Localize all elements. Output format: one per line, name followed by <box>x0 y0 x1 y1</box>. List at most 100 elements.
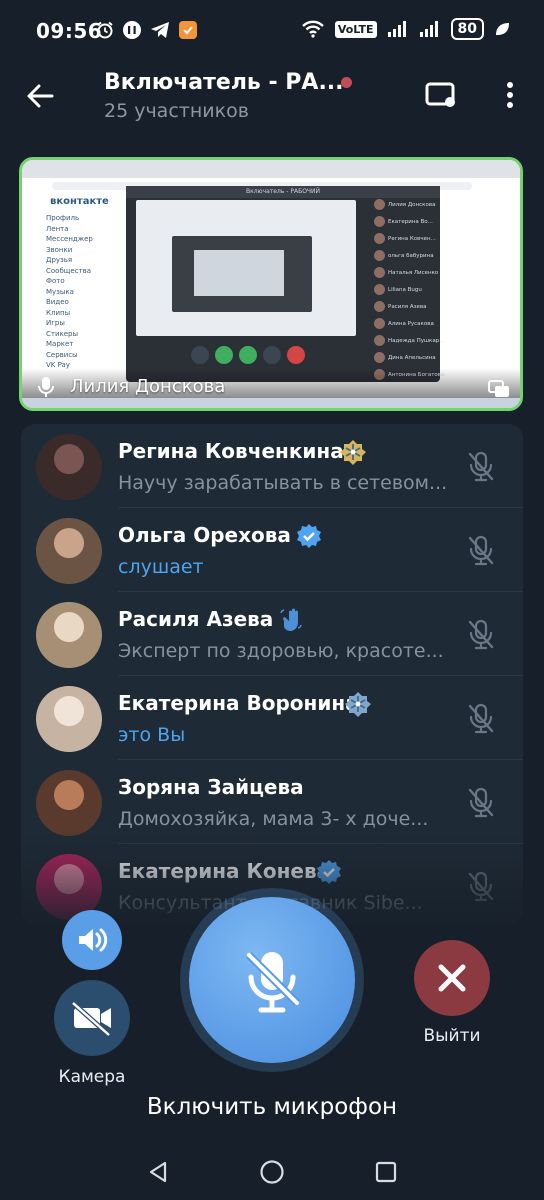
avatar <box>36 686 102 752</box>
screen-share-icon[interactable] <box>424 80 458 110</box>
muted-microphone-icon <box>467 451 495 483</box>
screen-participant: Лилия Донскова <box>374 196 440 213</box>
screen-menu-item: Клипы <box>46 308 71 317</box>
avatar <box>374 199 385 210</box>
microphone-icon <box>38 377 54 397</box>
participant-name: Расиля Азева <box>118 607 274 631</box>
clock: 09:56 <box>36 19 103 43</box>
screen-participant: ольга бабурина <box>374 247 440 264</box>
leave-call-button[interactable] <box>414 940 490 1016</box>
screen-menu-item: Звонки <box>46 245 73 254</box>
avatar <box>36 434 102 500</box>
screen-menu-item: Музыка <box>46 287 74 296</box>
avatar <box>374 335 385 346</box>
participant-name: Зоряна Зайцева <box>118 775 304 799</box>
speaker-icon <box>79 928 108 952</box>
avatar <box>374 318 385 329</box>
leaf-icon <box>496 23 509 35</box>
speaker-name: Лилия Донскова <box>70 376 226 397</box>
camera-off-icon <box>70 1000 112 1038</box>
participant-status: Домохозяйка, мама 3- х доче... <box>118 808 429 830</box>
screen-call-controls <box>190 344 306 366</box>
signal-icon-sim2 <box>419 21 438 37</box>
screen-participant: Екатерина Во... <box>374 213 440 230</box>
screen-taskbar <box>22 398 520 408</box>
screen-participant: Регина Ковчен... <box>374 230 440 247</box>
participant-row[interactable]: Регина Ковченкина Научу зарабатывать в се… <box>21 424 523 508</box>
screen-participant-name: Лилия Донскова <box>388 201 436 208</box>
expand-video-icon[interactable] <box>488 380 510 398</box>
screen-participant-name: Расиля Азева <box>388 303 427 310</box>
screen-participant-name: Дина Апельсина <box>388 354 436 361</box>
participant-row[interactable]: Екатерина Воронина это Вы <box>21 676 523 760</box>
avatar <box>374 301 385 312</box>
participant-status: слушает <box>118 556 204 578</box>
live-indicator-dot <box>341 77 352 88</box>
avatar <box>36 602 102 668</box>
volte-badge: VoLTE <box>334 20 377 38</box>
screen-menu-item: Лента <box>46 224 69 233</box>
screen-participant: Расиля Азева <box>374 298 440 315</box>
screen-participants-list: Лилия Донскова Екатерина Во... Регина Ковч… <box>374 196 444 383</box>
screen-nested-view-3 <box>194 250 284 296</box>
screen-participant-name: Екатерина Во... <box>388 218 433 225</box>
participant-status: Научу зарабатывать в сетевом... <box>118 472 448 494</box>
waving-hand-badge-icon <box>278 607 304 633</box>
muted-microphone-icon <box>467 703 495 735</box>
screen-menu-item: Видео <box>46 298 69 306</box>
snowflake-blue-badge-icon <box>345 691 371 717</box>
system-icons: VoLTE 80 <box>301 18 510 40</box>
screen-menu-item: Игры <box>46 319 65 327</box>
camera-label: Камера <box>58 1067 126 1087</box>
avatar <box>374 216 385 227</box>
speaker-video-tile[interactable]: вконтакте Профиль Лента Мессенджер Звонки Др… <box>19 157 523 411</box>
nav-back-icon[interactable] <box>146 1160 170 1184</box>
muted-microphone-icon <box>467 535 495 567</box>
call-title: Включатель - РА... <box>104 70 344 95</box>
screen-participant-name: Алина Русакова <box>388 320 434 327</box>
alarm-icon <box>97 21 113 39</box>
screen-participant: Наталья Лисенко <box>374 264 440 281</box>
screen-menu-item: Маркет <box>46 340 74 348</box>
screen-participant-name: Liliana Bugu <box>388 286 422 293</box>
camera-toggle-button[interactable] <box>54 980 130 1056</box>
screen-participant-name: ольга бабурина <box>388 252 434 259</box>
signal-icon-sim1 <box>387 21 406 37</box>
screen-participant-name: Регина Ковчен... <box>388 235 436 242</box>
participant-row[interactable]: Расиля Азева Эксперт по здоровью, красоте… <box>21 592 523 676</box>
avatar <box>36 518 102 584</box>
screen-menu-item: Мессенджер <box>46 235 93 243</box>
avatar <box>36 770 102 836</box>
notification-icons <box>96 20 198 40</box>
screen-side-menu: Профиль Лента Мессенджер Звонки Друзья Сообще… <box>46 214 124 372</box>
back-arrow-icon[interactable] <box>22 78 58 114</box>
screen-menu-item: Фото <box>46 277 65 285</box>
snowflake-gold-badge-icon <box>340 439 366 465</box>
participant-name: Регина Ковченкина <box>118 439 344 463</box>
avatar <box>374 352 385 363</box>
leave-label: Выйти <box>423 1026 481 1046</box>
screen-menu-item: Сообщества <box>46 266 92 275</box>
record-app-icon <box>123 21 141 39</box>
more-options-icon[interactable] <box>498 80 522 110</box>
nav-recents-icon[interactable] <box>374 1160 398 1184</box>
close-icon <box>438 964 466 992</box>
screen-participant: Алина Русакова <box>374 315 440 332</box>
speaker-toggle-button[interactable] <box>62 910 122 970</box>
screen-participant-name: Наталья Лисенко <box>388 269 439 276</box>
screen-tabs-bar <box>22 160 520 178</box>
screen-participant: Liliana Bugu <box>374 281 440 298</box>
avatar <box>374 284 385 295</box>
muted-microphone-icon <box>467 787 495 819</box>
microphone-toggle-button[interactable] <box>189 897 355 1063</box>
avatar <box>374 233 385 244</box>
avatar <box>374 250 385 261</box>
nav-home-icon[interactable] <box>259 1159 285 1185</box>
screen-menu-item: Стикеры <box>46 329 79 338</box>
participant-row[interactable]: Ольга Орехова слушает <box>21 508 523 592</box>
participant-status: это Вы <box>118 724 186 746</box>
microphone-hint: Включить микрофон <box>146 1094 398 1120</box>
participant-name: Екатерина Воронина <box>118 691 359 715</box>
verified-badge-icon <box>296 523 322 549</box>
screen-menu-item: Друзья <box>46 256 73 264</box>
